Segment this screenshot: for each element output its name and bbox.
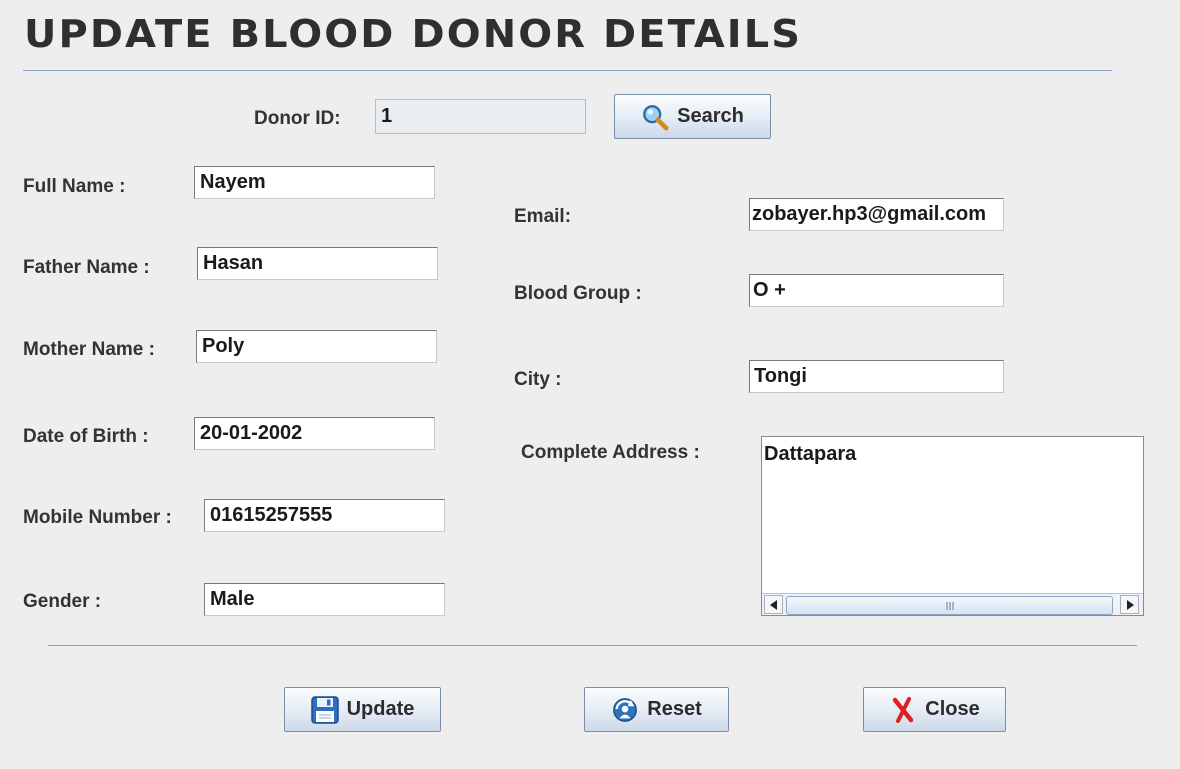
title-separator [23,70,1112,71]
magnifier-icon [641,102,669,132]
horizontal-scrollbar[interactable] [762,593,1143,615]
complete-address-text: Dattapara [764,443,857,465]
father-name-field[interactable]: Hasan [197,247,438,280]
actions-separator [48,645,1137,646]
floppy-disk-icon [310,695,339,725]
donor-id-label: Donor ID: [254,108,341,129]
city-field[interactable]: Tongi [749,360,1004,393]
reset-button-label: Reset [647,698,702,720]
update-button[interactable]: Update [284,687,441,732]
scroll-right-arrow-icon[interactable] [1120,595,1139,614]
close-button[interactable]: Close [863,687,1006,732]
scroll-left-arrow-icon[interactable] [764,595,783,614]
full-name-label: Full Name : [23,176,126,197]
email-field[interactable]: zobayer.hp3@gmail.com [749,198,1004,231]
scrollbar-thumb[interactable] [786,596,1113,615]
complete-address-label: Complete Address : [521,442,700,463]
complete-address-textarea[interactable]: Dattapara [761,436,1144,616]
email-label: Email: [514,206,572,227]
full-name-field[interactable]: Nayem [194,166,435,199]
gender-label: Gender : [23,591,102,612]
search-button[interactable]: Search [614,94,771,139]
red-x-icon [889,695,917,725]
close-button-label: Close [925,698,980,720]
date-of-birth-field[interactable]: 20-01-2002 [194,417,435,450]
mobile-number-field[interactable]: 01615257555 [204,499,445,532]
refresh-user-icon [611,695,639,725]
update-button-label: Update [346,698,415,720]
date-of-birth-label: Date of Birth : [23,426,149,447]
search-button-label: Search [677,105,744,127]
donor-id-field[interactable]: 1 [375,99,586,134]
blood-group-label: Blood Group : [514,283,642,304]
reset-button[interactable]: Reset [584,687,729,732]
gender-field[interactable]: Male [204,583,445,616]
mother-name-field[interactable]: Poly [196,330,437,363]
city-label: City : [514,369,562,390]
blood-group-field[interactable]: O + [749,274,1004,307]
page-title: UPDATE BLOOD DONOR DETAILS [24,12,803,56]
mobile-number-label: Mobile Number : [23,507,172,528]
mother-name-label: Mother Name : [23,339,155,360]
father-name-label: Father Name : [23,257,150,278]
